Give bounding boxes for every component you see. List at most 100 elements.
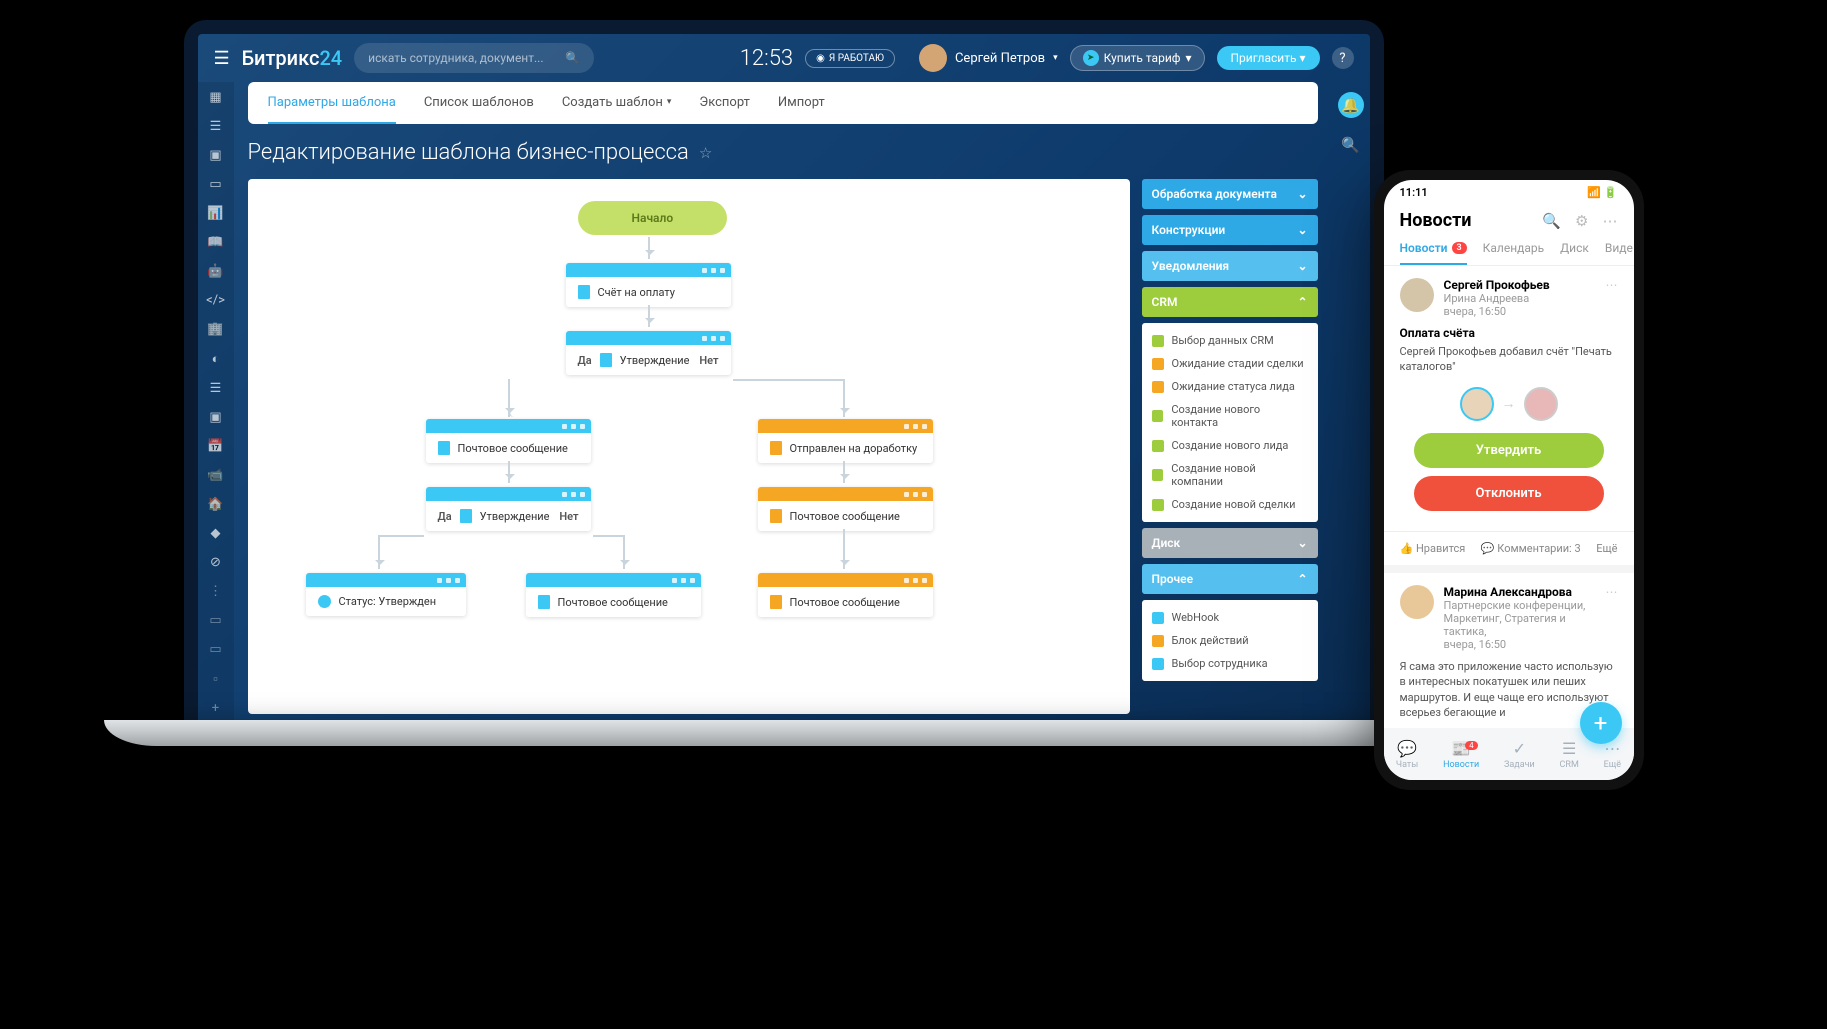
rail-icon[interactable]: ☰ xyxy=(210,119,222,134)
phone-title: Новости xyxy=(1400,210,1472,231)
more-icon[interactable]: ⋯ xyxy=(1606,585,1618,651)
flow-canvas[interactable]: Начало Счёт на оплату ДаУтверждениеНет П… xyxy=(248,179,1130,714)
rail-icon[interactable]: ▫ xyxy=(213,671,218,687)
notifications-icon[interactable]: 🔔 xyxy=(1338,92,1364,118)
help-icon[interactable]: ? xyxy=(1332,47,1354,69)
more-icon[interactable]: ⋯ xyxy=(1606,278,1618,318)
search-input[interactable]: искать сотрудника, документ...🔍 xyxy=(354,43,594,73)
rail-icon[interactable]: ▭ xyxy=(209,177,221,192)
palette-group-other[interactable]: Прочее⌃ xyxy=(1142,564,1318,594)
document-icon xyxy=(538,595,550,609)
palette-item[interactable]: WebHook xyxy=(1142,606,1318,629)
rail-icon[interactable]: ☰ xyxy=(210,381,222,396)
rail-icon[interactable]: 🏢 xyxy=(207,322,223,337)
phone-tab-calendar[interactable]: Календарь xyxy=(1483,241,1544,265)
palette-item[interactable]: Ожидание статуса лида xyxy=(1142,375,1318,398)
phone-statusbar: 11:11📶 🔋 xyxy=(1384,180,1634,204)
nav-chats[interactable]: 💬Чаты xyxy=(1396,739,1418,770)
post-author[interactable]: Марина Александрова xyxy=(1444,585,1596,599)
document-icon xyxy=(770,509,782,523)
post-author[interactable]: Сергей Прокофьев xyxy=(1444,278,1596,292)
palette-group-crm[interactable]: CRM⌃ xyxy=(1142,287,1318,317)
palette-item[interactable]: Ожидание стадии сделки xyxy=(1142,352,1318,375)
rail-icon[interactable]: </> xyxy=(206,293,225,308)
search-icon[interactable]: 🔍 xyxy=(1341,136,1360,154)
palette-panel: Обработка документа⌄ Конструкции⌄ Уведом… xyxy=(1142,179,1318,714)
rail-icon[interactable]: ▭ xyxy=(209,613,221,628)
rail-icon[interactable]: ▣ xyxy=(209,148,221,163)
invite-button[interactable]: Пригласить ▾ xyxy=(1217,46,1320,70)
palette-item[interactable]: Блок действий xyxy=(1142,629,1318,652)
phone-tab-video[interactable]: Виде1 xyxy=(1605,241,1634,265)
rail-icon[interactable]: 📹 xyxy=(207,468,223,483)
node-status[interactable]: Статус: Утвержден xyxy=(306,573,466,616)
tab-list[interactable]: Список шаблонов xyxy=(424,82,534,124)
work-status[interactable]: ◉ Я РАБОТАЮ xyxy=(805,49,895,68)
rail-icon[interactable]: ◐ xyxy=(212,351,220,367)
rail-icon[interactable]: 📖 xyxy=(207,235,223,250)
buy-plan-button[interactable]: ➤Купить тариф ▾ xyxy=(1070,45,1205,71)
node-invoice[interactable]: Счёт на оплату xyxy=(566,263,731,307)
reject-button[interactable]: Отклонить xyxy=(1414,476,1604,511)
nav-news[interactable]: 📰Новости4 xyxy=(1443,739,1479,770)
tab-export[interactable]: Экспорт xyxy=(699,82,749,124)
chevron-up-icon: ⌃ xyxy=(1297,572,1307,586)
palette-item[interactable]: Выбор сотрудника xyxy=(1142,652,1318,675)
rail-icon[interactable]: 📅 xyxy=(207,439,223,454)
feed-post: Сергей ПрокофьевИрина Андреевавчера, 16:… xyxy=(1384,266,1634,532)
phone-tab-disk[interactable]: Диск xyxy=(1560,241,1589,265)
avatar xyxy=(1460,387,1494,421)
phone-tab-news[interactable]: Новости3 xyxy=(1400,241,1467,265)
palette-group-constr[interactable]: Конструкции⌄ xyxy=(1142,215,1318,245)
rail-add-icon[interactable]: + xyxy=(212,701,219,716)
document-icon xyxy=(460,509,472,523)
rail-icon[interactable]: ⊘ xyxy=(210,555,221,570)
phone-tabs: Новости3 Календарь Диск Виде1 xyxy=(1384,241,1634,266)
more-icon[interactable]: ⋯ xyxy=(1603,212,1618,230)
tasks-icon: ✓ xyxy=(1513,739,1526,758)
tab-create[interactable]: Создать шаблон ▾ xyxy=(562,82,672,124)
palette-group-notif[interactable]: Уведомления⌄ xyxy=(1142,251,1318,281)
favorite-icon[interactable]: ☆ xyxy=(699,144,712,162)
node-mail-2[interactable]: Почтовое сообщение xyxy=(758,487,933,531)
tab-import[interactable]: Импорт xyxy=(778,82,825,124)
node-mail-3[interactable]: Почтовое сообщение xyxy=(526,573,701,617)
rail-icon[interactable]: 🤖 xyxy=(207,264,223,279)
brand-logo: Битрикс24 xyxy=(242,46,343,70)
tab-params[interactable]: Параметры шаблона xyxy=(268,82,396,124)
node-rework[interactable]: Отправлен на доработку xyxy=(758,419,933,463)
palette-item[interactable]: Создание новой сделки xyxy=(1142,493,1318,516)
avatar xyxy=(919,44,947,72)
node-approve-1[interactable]: ДаУтверждениеНет xyxy=(566,331,731,375)
palette-other-list: WebHook Блок действий Выбор сотрудника xyxy=(1142,600,1318,681)
rail-icon[interactable]: ▣ xyxy=(209,410,221,425)
palette-group-doc[interactable]: Обработка документа⌄ xyxy=(1142,179,1318,209)
node-mail-4[interactable]: Почтовое сообщение xyxy=(758,573,933,617)
search-icon[interactable]: 🔍 xyxy=(1542,212,1561,230)
nav-tasks[interactable]: ✓Задачи xyxy=(1504,739,1535,770)
menu-icon[interactable]: ☰ xyxy=(214,48,230,69)
palette-group-disk[interactable]: Диск⌄ xyxy=(1142,528,1318,558)
fab-add-button[interactable]: + xyxy=(1580,702,1622,744)
approve-button[interactable]: Утвердить xyxy=(1414,433,1604,468)
palette-item[interactable]: Выбор данных CRM xyxy=(1142,329,1318,352)
like-button[interactable]: 👍 Нравится xyxy=(1400,542,1466,555)
node-mail-1[interactable]: Почтовое сообщение xyxy=(426,419,591,463)
node-approve-2[interactable]: ДаУтверждениеНет xyxy=(426,487,591,531)
more-button[interactable]: Ещё xyxy=(1596,542,1617,555)
palette-item[interactable]: Создание нового лида xyxy=(1142,434,1318,457)
chevron-up-icon: ⌃ xyxy=(1297,295,1307,309)
rail-icon[interactable]: ▦ xyxy=(209,90,221,105)
comments-button[interactable]: 💬 Комментарии: 3 xyxy=(1481,542,1581,555)
palette-item[interactable]: Создание новой компании xyxy=(1142,457,1318,493)
nav-crm[interactable]: ☰CRM xyxy=(1560,739,1579,770)
rail-icon[interactable]: 📊 xyxy=(207,206,223,221)
palette-item[interactable]: Создание нового контакта xyxy=(1142,398,1318,434)
node-start[interactable]: Начало xyxy=(578,201,728,235)
filter-icon[interactable]: ⚙ xyxy=(1575,212,1588,230)
user-menu[interactable]: Сергей Петров▾ xyxy=(919,44,1058,72)
rail-icon[interactable]: ▭ xyxy=(209,642,221,657)
rail-icon[interactable]: ◆ xyxy=(211,526,221,541)
rail-icon[interactable]: 🏠 xyxy=(207,497,223,512)
rail-icon[interactable]: ⋮ xyxy=(209,584,222,599)
